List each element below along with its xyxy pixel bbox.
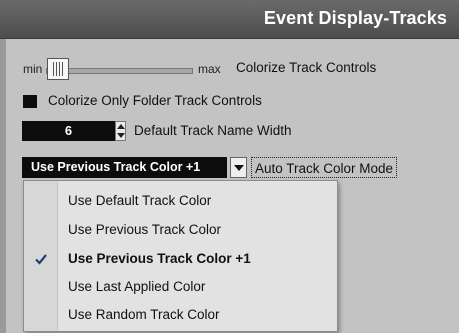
menu-item-use-random-track-color[interactable]: Use Random Track Color: [24, 301, 337, 329]
menu-item-use-last-applied-color[interactable]: Use Last Applied Color: [24, 273, 337, 301]
auto-color-mode-select[interactable]: Use Previous Track Color +1: [22, 157, 227, 178]
menu-item-label: Use Previous Track Color: [68, 222, 222, 237]
slider-min-label: min: [23, 62, 43, 76]
spin-down-icon[interactable]: [117, 133, 125, 138]
menu-item-label: Use Previous Track Color +1: [68, 251, 251, 266]
dropdown-arrow-icon[interactable]: [230, 157, 247, 178]
colorize-folder-label: Colorize Only Folder Track Controls: [48, 93, 262, 108]
colorize-track-controls-label: Colorize Track Controls: [236, 60, 377, 75]
slider-max-label: max: [198, 62, 221, 76]
check-icon: [35, 254, 47, 265]
menu-item-use-previous-track-color[interactable]: Use Previous Track Color: [24, 216, 337, 244]
track-name-width-stepper[interactable]: [115, 121, 126, 141]
auto-color-mode-menu: Use Default Track Color Use Previous Tra…: [23, 180, 338, 332]
menu-item-use-previous-track-color-plus-1[interactable]: Use Previous Track Color +1: [24, 245, 337, 273]
track-name-width-field[interactable]: 6: [22, 121, 115, 141]
menu-item-label: Use Default Track Color: [68, 193, 212, 208]
preferences-window: Event Display-Tracks min max Colorize Tr…: [0, 0, 459, 333]
menu-item-label: Use Last Applied Color: [68, 279, 206, 294]
auto-color-mode-label: Auto Track Color Mode: [251, 157, 398, 178]
slider-thumb-icon[interactable]: [47, 58, 69, 80]
track-name-width-label: Default Track Name Width: [134, 123, 292, 138]
menu-item-use-default-track-color[interactable]: Use Default Track Color: [24, 187, 337, 215]
spin-up-icon[interactable]: [117, 124, 125, 129]
section-header: Event Display-Tracks: [0, 0, 459, 39]
menu-item-label: Use Random Track Color: [68, 307, 220, 322]
colorize-folder-checkbox[interactable]: [23, 95, 37, 108]
section-title: Event Display-Tracks: [263, 8, 447, 28]
